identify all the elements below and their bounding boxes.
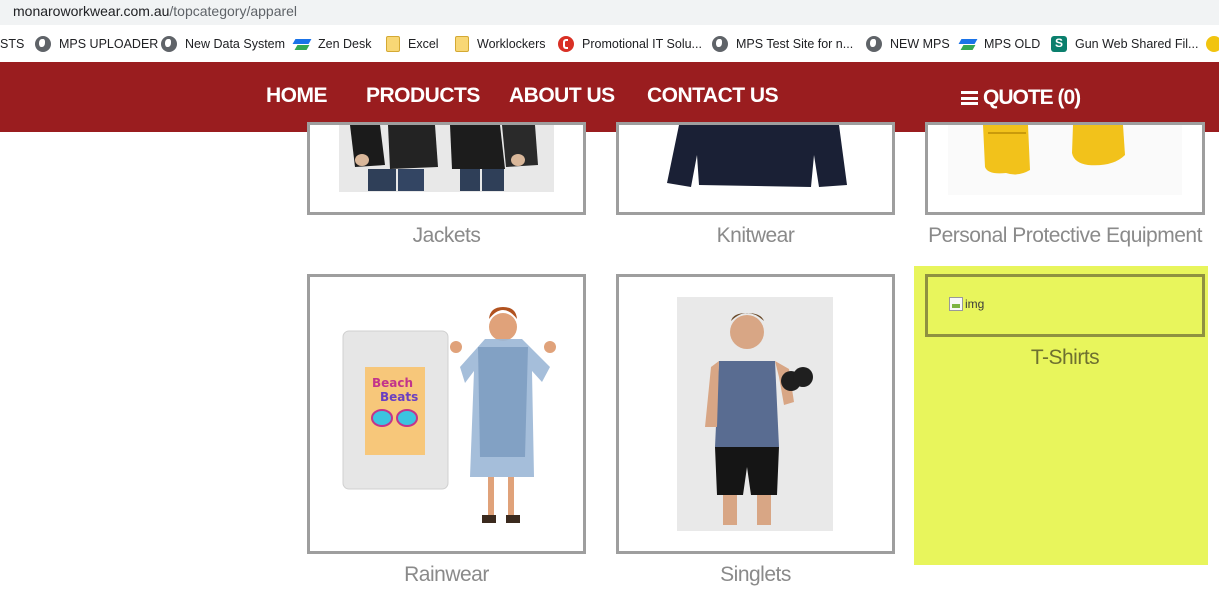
product-tile-ppe[interactable] bbox=[925, 122, 1205, 215]
product-caption-jackets[interactable]: Jackets bbox=[307, 224, 586, 248]
url-path: /topcategory/apparel bbox=[169, 3, 298, 19]
knitwear-image bbox=[667, 125, 847, 187]
bookmark-mps-old[interactable]: MPS OLD bbox=[960, 35, 1040, 53]
bookmark-mps-uploader[interactable]: MPS UPLOADER bbox=[35, 35, 158, 53]
bookmark-new-mps[interactable]: NEW MPS bbox=[866, 35, 950, 53]
bookmark-excel[interactable]: Excel bbox=[386, 35, 439, 53]
promo-icon bbox=[558, 36, 574, 52]
product-caption-singlets[interactable]: Singlets bbox=[616, 563, 895, 587]
bookmark-label: Excel bbox=[408, 37, 439, 51]
bookmark-label: MPS OLD bbox=[984, 37, 1041, 51]
url-text[interactable]: monaroworkwear.com.au/topcategory/appare… bbox=[13, 3, 297, 19]
quote-button[interactable]: QUOTE (0) bbox=[961, 86, 1081, 110]
svg-text:Beats: Beats bbox=[380, 390, 418, 404]
svg-text:Beach: Beach bbox=[372, 376, 413, 390]
menu-icon bbox=[961, 91, 978, 105]
ppe-image bbox=[948, 125, 1182, 195]
nav-contact-us[interactable]: CONTACT US bbox=[647, 84, 779, 108]
product-caption-ppe[interactable]: Personal Protective Equipment bbox=[925, 224, 1205, 248]
jackets-image bbox=[339, 125, 554, 192]
folder-icon bbox=[386, 36, 400, 52]
globe-icon bbox=[35, 36, 51, 52]
bookmark-worklockers[interactable]: Worklockers bbox=[455, 35, 546, 53]
singlets-image bbox=[677, 297, 833, 531]
product-tile-singlets[interactable] bbox=[616, 274, 895, 554]
bookmark-label: New Data System bbox=[185, 37, 286, 51]
sharepoint-icon bbox=[1051, 36, 1067, 52]
product-caption-tshirts[interactable]: T-Shirts bbox=[925, 346, 1205, 370]
bookmark-sts[interactable]: STS bbox=[0, 35, 24, 53]
product-tile-knitwear[interactable] bbox=[616, 122, 895, 215]
folder-icon bbox=[455, 36, 469, 52]
bookmark-gun-web-shared[interactable]: Gun Web Shared Fil... bbox=[1051, 35, 1198, 53]
broken-image-placeholder bbox=[949, 297, 963, 311]
url-domain: monaroworkwear.com.au bbox=[13, 3, 170, 19]
rainwear-image: Beach Beats bbox=[342, 307, 556, 523]
globe-icon bbox=[712, 36, 728, 52]
bookmark-label: STS bbox=[0, 37, 25, 51]
bookmark-label: Promotional IT Solu... bbox=[582, 37, 702, 51]
nav-home[interactable]: HOME bbox=[266, 84, 328, 108]
bookmark-icon bbox=[1206, 36, 1219, 52]
bookmark-overflow[interactable] bbox=[1206, 35, 1219, 53]
broken-image-alt: img bbox=[965, 297, 985, 311]
nav-products[interactable]: PRODUCTS bbox=[366, 84, 480, 108]
bookmark-mps-test-site[interactable]: MPS Test Site for n... bbox=[712, 35, 853, 53]
product-caption-knitwear[interactable]: Knitwear bbox=[616, 224, 895, 248]
product-tile-tshirts[interactable]: img bbox=[925, 274, 1205, 337]
bookmark-label: MPS Test Site for n... bbox=[736, 37, 854, 51]
bookmark-new-data-system[interactable]: New Data System bbox=[161, 35, 285, 53]
zendesk-icon bbox=[294, 36, 310, 52]
quote-label: QUOTE (0) bbox=[983, 86, 1081, 109]
bookmark-promotional-it[interactable]: Promotional IT Solu... bbox=[558, 35, 702, 53]
globe-icon bbox=[866, 36, 882, 52]
bookmarks-bar: STS MPS UPLOADER New Data System Zen Des… bbox=[0, 25, 1219, 63]
bookmark-label: MPS UPLOADER bbox=[59, 37, 159, 51]
zendesk-icon bbox=[960, 36, 976, 52]
broken-image-icon: img bbox=[949, 297, 984, 311]
address-bar[interactable]: monaroworkwear.com.au/topcategory/appare… bbox=[0, 0, 1219, 25]
bookmark-zen-desk[interactable]: Zen Desk bbox=[294, 35, 372, 53]
nav-about-us[interactable]: ABOUT US bbox=[509, 84, 615, 108]
product-tile-rainwear[interactable]: Beach Beats bbox=[307, 274, 586, 554]
bookmark-label: Zen Desk bbox=[318, 37, 372, 51]
product-caption-rainwear[interactable]: Rainwear bbox=[307, 563, 586, 587]
bookmark-label: Gun Web Shared Fil... bbox=[1075, 37, 1199, 51]
bookmark-label: Worklockers bbox=[477, 37, 546, 51]
globe-icon bbox=[161, 36, 177, 52]
product-tile-jackets[interactable] bbox=[307, 122, 586, 215]
bookmark-label: NEW MPS bbox=[890, 37, 950, 51]
